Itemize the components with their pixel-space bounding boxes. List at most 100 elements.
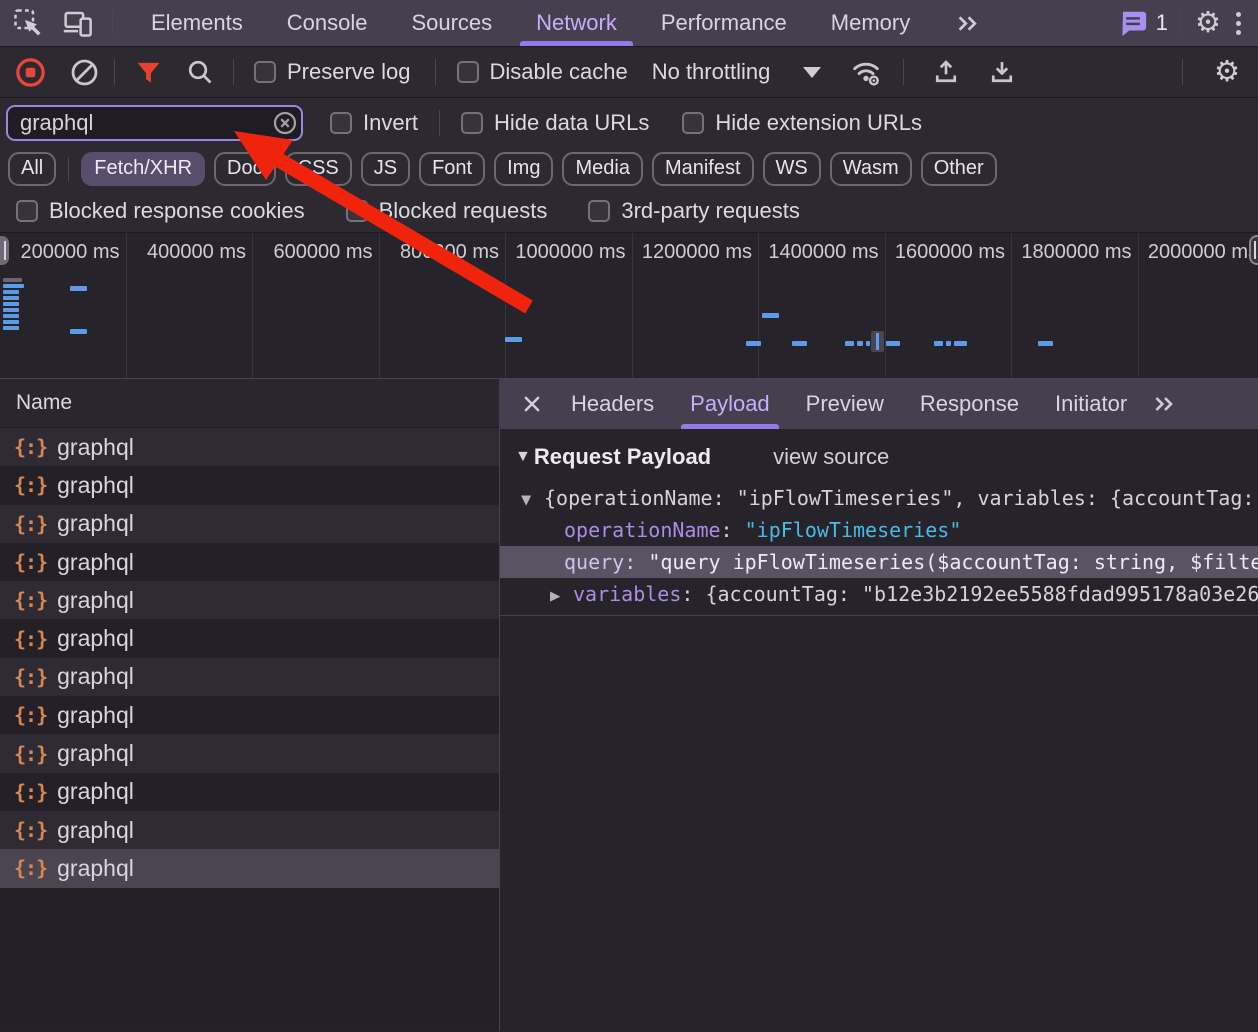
device-toolbar-icon[interactable] bbox=[62, 8, 93, 38]
timeline-tick-label: 1800000 ms bbox=[1012, 241, 1138, 264]
detail-tab-payload[interactable]: Payload bbox=[672, 379, 788, 429]
fetch-xhr-icon: {:} bbox=[14, 703, 47, 727]
inspect-element-icon[interactable] bbox=[13, 8, 43, 38]
main-menu-kebab-icon[interactable] bbox=[1236, 12, 1241, 35]
preserve-log-checkbox[interactable] bbox=[254, 61, 276, 83]
timeline-tick-label: 1200000 ms bbox=[633, 241, 759, 264]
payload-tree-row[interactable]: ▶variables: {accountTag: "b12e3b2192ee55… bbox=[500, 578, 1258, 610]
name-column-header[interactable]: Name bbox=[0, 379, 499, 428]
blocked-response-cookies-checkbox[interactable] bbox=[16, 200, 38, 222]
timeline-left-grip[interactable] bbox=[0, 236, 9, 265]
request-row[interactable]: {:}graphql bbox=[0, 466, 499, 504]
type-filter-media[interactable]: Media bbox=[562, 152, 642, 186]
detail-tab-response[interactable]: Response bbox=[902, 379, 1037, 429]
timeline-column: 400000 ms bbox=[127, 233, 254, 378]
timeline-request-bar bbox=[934, 341, 943, 346]
hide-extension-urls-checkbox[interactable] bbox=[682, 112, 704, 134]
request-row[interactable]: {:}graphql bbox=[0, 658, 499, 696]
timeline-tick-label: 600000 ms bbox=[253, 241, 379, 264]
blocked-filter-group: Blocked requests bbox=[346, 198, 548, 224]
request-payload-twisty-icon[interactable]: ▼ bbox=[515, 448, 531, 466]
import-har-icon[interactable] bbox=[932, 58, 960, 86]
request-row[interactable]: {:}graphql bbox=[0, 428, 499, 466]
type-filter-ws[interactable]: WS bbox=[763, 152, 821, 186]
search-icon[interactable] bbox=[186, 58, 214, 86]
tab-network[interactable]: Network bbox=[514, 0, 639, 46]
blocked-requests-checkbox[interactable] bbox=[346, 200, 368, 222]
filter-icon[interactable] bbox=[134, 58, 163, 87]
issues-message-icon[interactable] bbox=[1118, 8, 1148, 38]
hide-data-urls-label: Hide data URLs bbox=[494, 110, 649, 136]
tab-sources[interactable]: Sources bbox=[389, 0, 514, 46]
type-filter-js[interactable]: JS bbox=[361, 152, 410, 186]
timeline-request-bar bbox=[762, 313, 779, 318]
timeline-selected-marker bbox=[871, 331, 884, 352]
request-row[interactable]: {:}graphql bbox=[0, 734, 499, 772]
fetch-xhr-icon: {:} bbox=[14, 550, 47, 574]
request-name: graphql bbox=[57, 778, 134, 805]
timeline-request-bar bbox=[3, 302, 19, 306]
detail-tab-headers[interactable]: Headers bbox=[553, 379, 672, 429]
type-filter-css[interactable]: CSS bbox=[285, 152, 352, 186]
blocked-filters-row: Blocked response cookies Blocked requests… bbox=[0, 190, 1258, 233]
throttling-select[interactable]: No throttling bbox=[652, 59, 822, 85]
tab-console[interactable]: Console bbox=[265, 0, 390, 46]
timeline-request-bar bbox=[3, 326, 19, 330]
type-filter-all[interactable]: All bbox=[8, 152, 56, 186]
tab-memory[interactable]: Memory bbox=[809, 0, 932, 46]
hide-data-urls-checkbox[interactable] bbox=[461, 112, 483, 134]
payload-tree-row[interactable]: operationName: "ipFlowTimeseries" bbox=[500, 514, 1258, 546]
type-filter-img[interactable]: Img bbox=[494, 152, 553, 186]
detail-tab-preview[interactable]: Preview bbox=[788, 379, 902, 429]
disable-cache-checkbox[interactable] bbox=[457, 61, 479, 83]
request-row[interactable]: {:}graphql bbox=[0, 773, 499, 811]
tab-elements[interactable]: Elements bbox=[129, 0, 265, 46]
-rd-party-requests-checkbox[interactable] bbox=[588, 200, 610, 222]
timeline-tick-label: 1400000 ms bbox=[759, 241, 885, 264]
type-filter-font[interactable]: Font bbox=[419, 152, 485, 186]
tab-performance[interactable]: Performance bbox=[639, 0, 809, 46]
request-row[interactable]: {:}graphql bbox=[0, 543, 499, 581]
timeline-request-bar bbox=[845, 341, 854, 346]
network-conditions-icon[interactable] bbox=[849, 56, 883, 88]
request-row[interactable]: {:}graphql bbox=[0, 811, 499, 849]
type-filter-manifest[interactable]: Manifest bbox=[652, 152, 754, 186]
collapsed-twisty-icon[interactable]: ▶ bbox=[550, 580, 573, 610]
type-filter-doc[interactable]: Doc bbox=[214, 152, 276, 186]
close-details-icon[interactable] bbox=[521, 393, 543, 415]
divider bbox=[1180, 10, 1181, 36]
request-row[interactable]: {:}graphql bbox=[0, 696, 499, 734]
message-count: 1 bbox=[1156, 10, 1168, 36]
request-row[interactable]: {:}graphql bbox=[0, 581, 499, 619]
type-filter-other[interactable]: Other bbox=[921, 152, 997, 186]
timeline-request-bar bbox=[746, 341, 761, 346]
filter-input[interactable] bbox=[6, 105, 303, 141]
settings-gear-icon[interactable]: ⚙ bbox=[1195, 9, 1221, 38]
view-source-link[interactable]: view source bbox=[773, 444, 889, 470]
payload-tree-row[interactable]: ▼{operationName: "ipFlowTimeseries", var… bbox=[500, 482, 1258, 514]
clear-network-log-icon[interactable] bbox=[70, 58, 99, 87]
payload-tree-row[interactable]: query: "query ipFlowTimeseries($accountT… bbox=[500, 546, 1258, 578]
request-row[interactable]: {:}graphql bbox=[0, 619, 499, 657]
blocked-filter-label: Blocked response cookies bbox=[49, 198, 305, 224]
timeline-right-grip[interactable] bbox=[1249, 235, 1258, 265]
network-settings-gear-icon[interactable]: ⚙ bbox=[1214, 58, 1240, 87]
network-overview-timeline[interactable]: 200000 ms400000 ms600000 ms800000 ms1000… bbox=[0, 233, 1258, 379]
request-name: graphql bbox=[57, 434, 134, 461]
clear-filter-icon[interactable] bbox=[273, 111, 297, 135]
payload-segment: {accountTag: "b12e3b2192ee5588fdad995178… bbox=[705, 582, 1258, 606]
record-network-log-icon[interactable] bbox=[15, 57, 46, 88]
detail-tab-initiator[interactable]: Initiator bbox=[1037, 379, 1145, 429]
invert-checkbox[interactable] bbox=[330, 112, 352, 134]
timeline-request-bar bbox=[3, 278, 22, 282]
type-filter-wasm[interactable]: Wasm bbox=[830, 152, 912, 186]
timeline-tick-label: 1000000 ms bbox=[506, 241, 632, 264]
request-row[interactable]: {:}graphql bbox=[0, 505, 499, 543]
export-har-icon[interactable] bbox=[988, 58, 1016, 86]
throttling-value: No throttling bbox=[652, 59, 771, 85]
more-tabs-chevron-icon[interactable] bbox=[1151, 391, 1177, 417]
type-filter-fetchxhr[interactable]: Fetch/XHR bbox=[81, 152, 205, 186]
more-panels-chevron-icon[interactable] bbox=[932, 0, 1003, 46]
expanded-twisty-icon[interactable]: ▼ bbox=[521, 484, 544, 514]
request-row[interactable]: {:}graphql bbox=[0, 849, 499, 887]
